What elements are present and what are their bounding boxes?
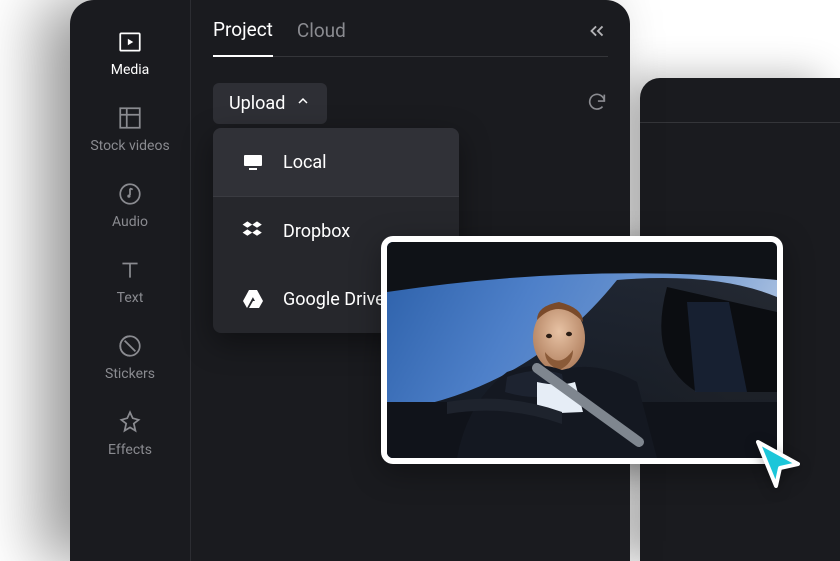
thumbnail-image bbox=[387, 242, 777, 458]
sidebar-item-label: Stock videos bbox=[90, 138, 169, 154]
stickers-icon bbox=[116, 332, 144, 360]
sidebar-item-stock-videos[interactable]: Stock videos bbox=[90, 104, 169, 154]
tab-project[interactable]: Project bbox=[213, 18, 273, 57]
text-icon bbox=[116, 256, 144, 284]
sidebar-item-label: Media bbox=[111, 62, 150, 78]
sidebar-item-label: Stickers bbox=[105, 366, 155, 382]
media-icon bbox=[116, 28, 144, 56]
chevron-double-left-icon bbox=[586, 27, 608, 46]
sidebar: Media Stock videos Audio bbox=[70, 0, 190, 561]
upload-button-label: Upload bbox=[229, 93, 285, 114]
sidebar-item-label: Audio bbox=[112, 214, 148, 230]
monitor-icon bbox=[241, 150, 265, 174]
google-drive-icon bbox=[241, 287, 265, 311]
sidebar-item-text[interactable]: Text bbox=[116, 256, 144, 306]
sidebar-item-effects[interactable]: Effects bbox=[108, 408, 152, 458]
tabs-row: Project Cloud bbox=[213, 18, 608, 57]
sidebar-item-label: Effects bbox=[108, 442, 152, 458]
tab-cloud[interactable]: Cloud bbox=[297, 19, 346, 56]
refresh-icon bbox=[586, 98, 608, 117]
dropbox-icon bbox=[241, 219, 265, 243]
dropdown-item-local[interactable]: Local bbox=[213, 128, 459, 197]
dropdown-item-label: Dropbox bbox=[283, 221, 350, 242]
dropdown-item-label: Local bbox=[283, 152, 327, 173]
dropdown-item-label: Google Drive bbox=[283, 289, 385, 310]
upload-button[interactable]: Upload bbox=[213, 83, 327, 124]
sidebar-item-stickers[interactable]: Stickers bbox=[105, 332, 155, 382]
cursor-icon bbox=[750, 477, 806, 496]
cursor-pointer bbox=[750, 436, 806, 492]
media-thumbnail[interactable] bbox=[381, 236, 783, 464]
stock-videos-icon bbox=[116, 104, 144, 132]
sidebar-item-audio[interactable]: Audio bbox=[112, 180, 148, 230]
collapse-panel-button[interactable] bbox=[586, 20, 608, 54]
refresh-button[interactable] bbox=[586, 91, 608, 117]
chevron-up-icon bbox=[295, 93, 311, 114]
sidebar-item-media[interactable]: Media bbox=[111, 28, 150, 78]
audio-icon bbox=[116, 180, 144, 208]
upload-row: Upload bbox=[213, 83, 608, 124]
effects-icon bbox=[116, 408, 144, 436]
sidebar-item-label: Text bbox=[117, 290, 144, 306]
